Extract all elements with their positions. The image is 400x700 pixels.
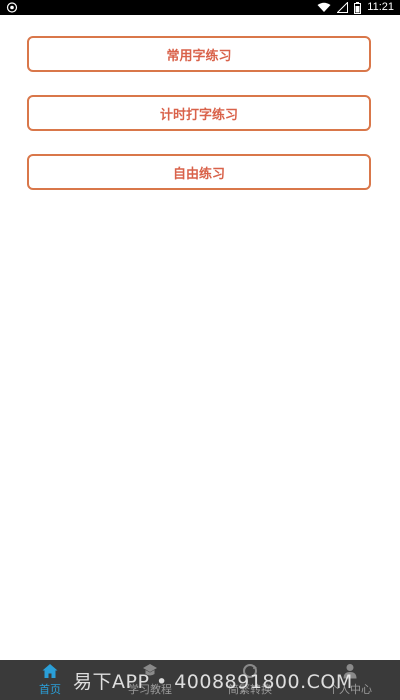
timed-typing-practice-button[interactable]: 计时打字练习 (27, 95, 371, 131)
status-time: 11:21 (367, 1, 394, 13)
tab-home[interactable]: 首页 (0, 660, 100, 700)
notification-icon (6, 2, 18, 13)
battery-icon (354, 1, 362, 14)
button-label: 计时打字练习 (159, 107, 238, 123)
button-label: 常用字练习 (166, 48, 232, 64)
common-characters-practice-button[interactable]: 常用字练习 (27, 36, 371, 72)
bottom-tab-bar: 首页 学习教程 简繁转换 个人中心 (0, 660, 400, 700)
tab-profile[interactable]: 个人中心 (300, 660, 400, 700)
tab-tutorial[interactable]: 学习教程 (100, 660, 200, 700)
user-icon (343, 664, 357, 679)
free-practice-button[interactable]: 自由练习 (27, 154, 371, 190)
status-bar: 11:21 (0, 0, 400, 15)
tab-label: 首页 (39, 683, 61, 696)
wifi-icon (317, 2, 331, 12)
signal-icon (337, 2, 349, 13)
convert-icon (243, 664, 257, 678)
home-icon (42, 664, 58, 678)
tab-convert[interactable]: 简繁转换 (200, 660, 300, 700)
main-content: 常用字练习 计时打字练习 自由练习 (0, 15, 400, 660)
status-indicators: 11:21 (317, 0, 394, 15)
tutorial-icon (143, 664, 157, 676)
tab-label: 简繁转换 (228, 683, 272, 696)
tab-label: 学习教程 (128, 683, 172, 696)
tab-label: 个人中心 (328, 683, 372, 696)
button-label: 自由练习 (172, 166, 225, 182)
